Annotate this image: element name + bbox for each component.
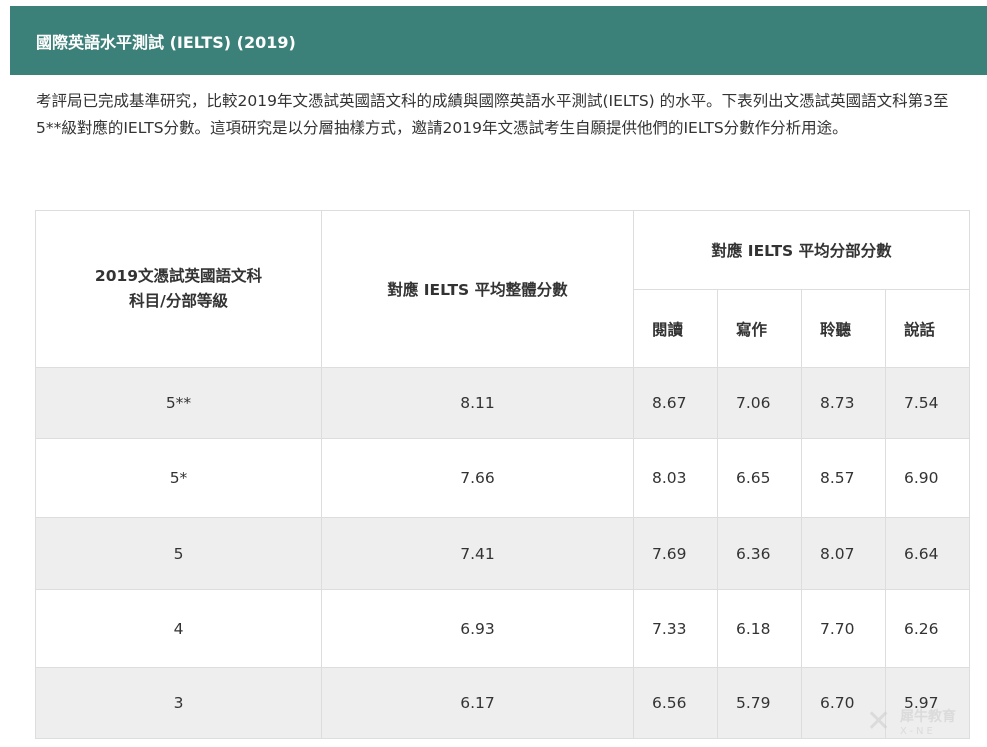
cell-overall: 6.17 [321,667,634,739]
cell-reading: 8.03 [633,438,718,518]
cell-writing: 6.36 [717,517,802,590]
page-title: 國際英語水平測試 (IELTS) (2019) [36,32,296,52]
cell-speaking: 6.90 [884,438,971,518]
header-listening: 聆聽 [801,289,886,368]
cell-overall: 8.11 [321,367,634,439]
cell-listening: 7.70 [801,589,886,668]
header-subject-line2: 科目/分部等級 [129,292,228,310]
cell-reading: 7.33 [633,589,718,668]
cell-listening: 8.57 [801,438,886,518]
header-writing: 寫作 [717,289,802,368]
cell-writing: 6.65 [717,438,802,518]
intro-paragraph: 考評局已完成基準研究，比較2019年文憑試英國語文科的成績與國際英語水平測試(I… [36,92,949,137]
header-reading: 閱讀 [633,289,718,368]
watermark-subtext: X-NE [900,726,936,737]
watermark-x-icon: ✕ [866,704,892,739]
cell-speaking: 6.26 [884,589,971,668]
cell-reading: 6.56 [633,667,718,739]
table-row: 5* 7.66 8.03 6.65 8.57 6.90 [35,438,971,518]
cell-level: 5 [35,517,322,590]
header-speaking: 說話 [884,289,971,368]
cell-overall: 7.41 [321,517,634,590]
table-row: 4 6.93 7.33 6.18 7.70 6.26 [35,589,971,668]
cell-reading: 7.69 [633,517,718,590]
cell-level: 5** [35,367,322,439]
header-sub-scores: 對應 IELTS 平均分部分數 [632,210,971,290]
table-row: 5 7.41 7.69 6.36 8.07 6.64 [35,517,971,590]
cell-level: 4 [35,589,322,668]
cell-level: 3 [35,667,322,739]
cell-speaking: 6.64 [884,517,971,590]
cell-listening: 8.73 [801,367,886,439]
cell-writing: 6.18 [717,589,802,668]
cell-level: 5* [35,438,322,518]
page-header: 國際英語水平測試 (IELTS) (2019) [10,6,987,75]
table-row: 3 6.17 6.56 5.79 6.70 5.97 [35,667,971,739]
header-subject-level: 2019文憑試英國語文科 科目/分部等級 [35,210,322,368]
watermark-logo: ✕ 犀牛教育 X-NE [866,702,986,747]
watermark-text: 犀牛教育 [900,709,956,725]
table-header-row: 2019文憑試英國語文科 科目/分部等級 對應 IELTS 平均整體分數 對應 … [35,210,971,368]
ielts-comparison-table: 2019文憑試英國語文科 科目/分部等級 對應 IELTS 平均整體分數 對應 … [35,210,971,739]
header-subject-line1: 2019文憑試英國語文科 [94,267,263,285]
cell-overall: 7.66 [321,438,634,518]
cell-writing: 5.79 [717,667,802,739]
cell-reading: 8.67 [633,367,718,439]
table-row: 5** 8.11 8.67 7.06 8.73 7.54 [35,367,971,439]
cell-writing: 7.06 [717,367,802,439]
header-overall-score: 對應 IELTS 平均整體分數 [321,210,634,368]
cell-overall: 6.93 [321,589,634,668]
cell-speaking: 7.54 [884,367,971,439]
cell-listening: 8.07 [801,517,886,590]
